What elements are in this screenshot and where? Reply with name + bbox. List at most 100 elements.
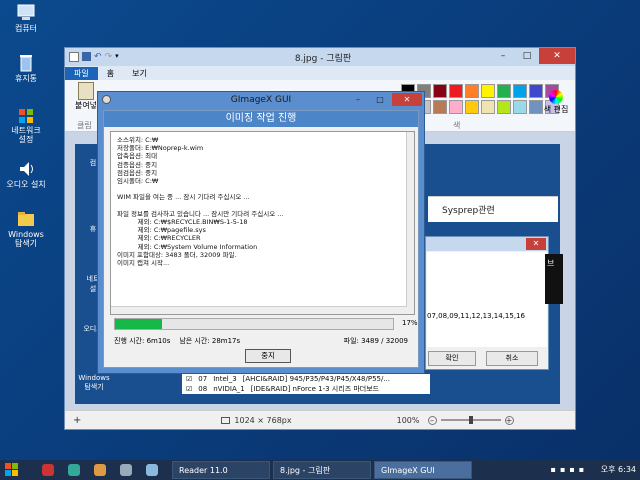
- zoom-in-button[interactable]: +: [504, 415, 514, 425]
- image-size: 1024 × 768px: [234, 415, 292, 425]
- color-wheel-icon: [549, 90, 563, 104]
- zoom-level: 100%: [396, 415, 420, 425]
- sysprep-label: Sysprep관련: [442, 206, 495, 216]
- redo-icon[interactable]: ↷: [105, 52, 113, 62]
- close-button[interactable]: ✕: [539, 48, 575, 64]
- color-swatch[interactable]: [513, 100, 527, 114]
- log-line: 이미지 캡쳐 시작...: [117, 259, 170, 268]
- paint-window-title: 8.jpg - 그림판: [294, 53, 352, 64]
- color-swatch[interactable]: [529, 100, 543, 114]
- imaging-heading: 이미징 작업 진행: [104, 111, 418, 127]
- gimagex-maximize-button[interactable]: □: [370, 93, 390, 106]
- tray-icons[interactable]: ▪▪▪▪: [551, 465, 589, 474]
- color-swatch[interactable]: [449, 100, 463, 114]
- color-swatch[interactable]: [433, 84, 447, 98]
- remaining-time: 남은 시간: 28m17s: [179, 337, 241, 345]
- tab-home[interactable]: 홈: [98, 67, 123, 80]
- tab-view[interactable]: 보기: [123, 67, 156, 80]
- color-swatch[interactable]: [433, 100, 447, 114]
- desktop-icon-recycle-bin[interactable]: 휴지통: [2, 54, 50, 83]
- tab-file[interactable]: 파일: [65, 67, 98, 80]
- computer-icon: [16, 4, 36, 22]
- gimagex-close-button[interactable]: ✕: [392, 93, 422, 106]
- zoom-out-button[interactable]: –: [427, 415, 437, 425]
- log-line: 제외: C:₩$RECYCLE.BIN₩S-1-5-18: [117, 218, 248, 227]
- color-swatch[interactable]: [529, 84, 543, 98]
- desktop-icon-explorer[interactable]: Windows 탐색기: [2, 210, 50, 248]
- image-size-icon: [221, 416, 231, 424]
- driver-number-list: 07,08,09,11,12,13,14,15,16: [427, 312, 525, 320]
- color-swatch[interactable]: [497, 100, 511, 114]
- quicklaunch-icon-3[interactable]: [94, 464, 106, 476]
- log-line: 제외: C:₩RECYCLER: [117, 234, 201, 243]
- sysprep-panel: Sysprep관련: [428, 196, 558, 222]
- customize-dropdown-icon[interactable]: ▾: [115, 52, 119, 62]
- elapsed-remaining-time: 진행 시간: 6m10s 남은 시간: 28m17s: [114, 336, 240, 346]
- imaging-log[interactable]: 소스위치: C:₩ 저장폴더: E:₩Noprep-k.wim 압축옵션: 최대 검증…: [110, 131, 415, 315]
- network-icon: [16, 106, 36, 124]
- row-checkbox[interactable]: ☑: [186, 374, 192, 384]
- table-row[interactable]: ☑ 07 Intel_3 [AHCI&RAID] 945/P35/P43/P45…: [182, 374, 430, 384]
- log-line: 점검옵션: 중지: [117, 168, 158, 177]
- elapsed-time: 진행 시간: 6m10s: [114, 337, 171, 345]
- save-icon[interactable]: [82, 52, 91, 61]
- quicklaunch-icon-1[interactable]: [42, 464, 54, 476]
- log-line: 소스위치: C:₩: [117, 136, 159, 144]
- colors-group-label: 색: [453, 121, 461, 130]
- desktop: 컴퓨터 휴지통 네트워크 설정 오디오 설치 Windows 탐색기 ↶ ↷ ▾…: [0, 0, 640, 460]
- start-button[interactable]: [0, 460, 24, 480]
- color-swatch[interactable]: [497, 84, 511, 98]
- gimagex-minimize-button[interactable]: –: [348, 93, 368, 106]
- log-line: WIM 파일을 여는 중 ... 잠시 기다려 주십시오 ...: [117, 193, 250, 202]
- log-vertical-scrollbar[interactable]: [406, 132, 414, 314]
- inner-icon-explorer: Windows 탐색기: [78, 374, 110, 391]
- edit-colors-button[interactable]: 색 편집: [543, 90, 569, 115]
- color-swatch[interactable]: [465, 100, 479, 114]
- log-line: 제외: C:₩pagefile.sys: [117, 226, 206, 235]
- clipboard-icon: [78, 82, 94, 100]
- clipboard-group-label: 클립: [77, 121, 92, 130]
- maximize-button[interactable]: □: [515, 48, 539, 64]
- desktop-icon-computer[interactable]: 컴퓨터: [2, 4, 50, 33]
- paint-titlebar: ↶ ↷ ▾ 8.jpg - 그림판 – □ ✕: [65, 48, 575, 66]
- desktop-icon-network[interactable]: 네트워크 설정: [2, 106, 50, 144]
- log-line: 임시폴더: C:₩: [117, 177, 159, 186]
- stop-button[interactable]: 중지: [245, 349, 291, 363]
- row-checkbox[interactable]: ☑: [186, 384, 192, 394]
- quicklaunch-icon-5[interactable]: [146, 464, 158, 476]
- driver-dialog: ✕ 07,08,09,11,12,13,14,15,16 확인 취소: [425, 236, 549, 370]
- color-swatch[interactable]: [465, 84, 479, 98]
- system-tray: ▪▪▪▪ 오후 6:34: [551, 460, 636, 480]
- file-count: 파일: 3489 / 32009: [343, 337, 408, 345]
- driver-table: ☑ 07 Intel_3 [AHCI&RAID] 945/P35/P43/P45…: [182, 374, 430, 394]
- color-swatch[interactable]: [481, 84, 495, 98]
- taskbar-item-reader[interactable]: Reader 11.0: [172, 461, 270, 479]
- driver-dialog-close-button[interactable]: ✕: [526, 238, 546, 250]
- cancel-button[interactable]: 취소: [486, 351, 538, 366]
- color-swatch[interactable]: [513, 84, 527, 98]
- minimize-button[interactable]: –: [491, 48, 515, 64]
- color-swatch[interactable]: [449, 84, 463, 98]
- imaging-progress-bar: [114, 318, 394, 330]
- quicklaunch-icon-2[interactable]: [68, 464, 80, 476]
- recycle-bin-icon: [16, 54, 36, 72]
- zoom-slider[interactable]: [440, 416, 501, 424]
- driver-dialog-titlebar: ✕: [426, 237, 548, 251]
- ok-button[interactable]: 확인: [428, 351, 476, 366]
- gimagex-window: GImageX GUI – □ ✕ 이미징 작업 진행 소스위치: C:₩ 저장폴…: [97, 91, 425, 374]
- color-swatch[interactable]: [481, 100, 495, 114]
- undo-icon[interactable]: ↶: [94, 52, 102, 62]
- log-line: 저장폴더: E:₩Noprep-k.wim: [117, 144, 204, 153]
- desktop-icon-audio[interactable]: 오디오 설치: [2, 160, 50, 189]
- taskbar-item-gimagex[interactable]: GImageX GUI: [374, 461, 472, 479]
- taskbar: Reader 11.0 8.jpg - 그림판 GImageX GUI ▪▪▪▪…: [0, 460, 640, 480]
- log-horizontal-scrollbar[interactable]: [111, 306, 407, 314]
- clock[interactable]: 오후 6:34: [601, 465, 636, 474]
- quick-access-toolbar: ↶ ↷ ▾: [65, 52, 155, 62]
- quicklaunch-icon-4[interactable]: [120, 464, 132, 476]
- taskbar-item-paint[interactable]: 8.jpg - 그림판: [273, 461, 371, 479]
- table-row[interactable]: ☑ 08 nVIDIA_1 [IDE&RAID] nForce 1-3 시리즈 …: [182, 384, 430, 394]
- folder-icon: [16, 210, 36, 228]
- paint-ribbon-tabs: 파일 홈 보기: [65, 66, 575, 80]
